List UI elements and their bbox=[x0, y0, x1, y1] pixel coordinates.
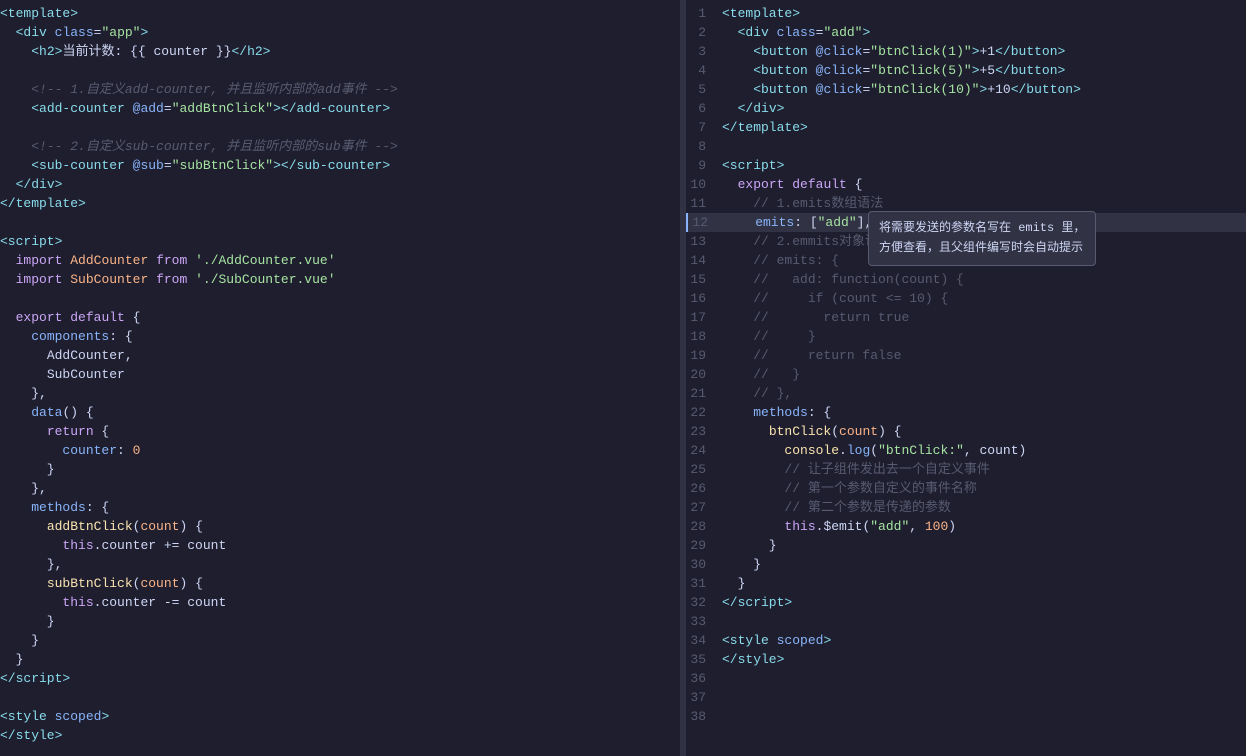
code-line: <div class="app"> bbox=[0, 23, 680, 42]
code-line bbox=[0, 61, 680, 80]
code-line: </template> bbox=[0, 194, 680, 213]
code-line: data() { bbox=[0, 403, 680, 422]
code-line: </div> bbox=[0, 175, 680, 194]
code-line: 21 // }, bbox=[686, 384, 1246, 403]
code-line: 29 } bbox=[686, 536, 1246, 555]
code-line: 26 // 第一个参数自定义的事件名称 bbox=[686, 479, 1246, 498]
right-editor-pane: 1<template> 2 <div class="add"> 3 <butto… bbox=[686, 0, 1246, 756]
code-line: </style> bbox=[0, 726, 680, 745]
code-line: addBtnClick(count) { bbox=[0, 517, 680, 536]
code-line: this.counter += count bbox=[0, 536, 680, 555]
code-line-highlighted: 12 emits: ["add"], 将需要发送的参数名写在 emits 里，方… bbox=[686, 213, 1246, 232]
code-line: 8 bbox=[686, 137, 1246, 156]
code-line: 25 // 让子组件发出去一个自定义事件 bbox=[686, 460, 1246, 479]
code-line bbox=[0, 688, 680, 707]
code-line: } bbox=[0, 612, 680, 631]
code-line bbox=[0, 213, 680, 232]
code-line: 37 bbox=[686, 688, 1246, 707]
code-line: } bbox=[0, 650, 680, 669]
code-line: subBtnClick(count) { bbox=[0, 574, 680, 593]
left-editor-pane: <template> <div class="app"> <h2>当前计数: {… bbox=[0, 0, 680, 756]
code-line: counter: 0 bbox=[0, 441, 680, 460]
code-line: 30 } bbox=[686, 555, 1246, 574]
code-line: <style scoped> bbox=[0, 707, 680, 726]
code-line: 36 bbox=[686, 669, 1246, 688]
code-line: }, bbox=[0, 384, 680, 403]
code-line bbox=[0, 118, 680, 137]
code-line: 7</template> bbox=[686, 118, 1246, 137]
code-line: import SubCounter from './SubCounter.vue… bbox=[0, 270, 680, 289]
code-line: components: { bbox=[0, 327, 680, 346]
code-line: 9<script> bbox=[686, 156, 1246, 175]
code-line: }, bbox=[0, 555, 680, 574]
code-line: SubCounter bbox=[0, 365, 680, 384]
code-line: <template> bbox=[0, 4, 680, 23]
code-line: 34<style scoped> bbox=[686, 631, 1246, 650]
code-line: 35</style> bbox=[686, 650, 1246, 669]
code-line: 6 </div> bbox=[686, 99, 1246, 118]
code-line: 28 this.$emit("add", 100) bbox=[686, 517, 1246, 536]
code-line: } bbox=[0, 460, 680, 479]
tooltip: 将需要发送的参数名写在 emits 里，方便查看，且父组件编写时会自动提示 bbox=[868, 211, 1096, 266]
code-line bbox=[0, 289, 680, 308]
code-line: import AddCounter from './AddCounter.vue… bbox=[0, 251, 680, 270]
code-line: 22 methods: { bbox=[686, 403, 1246, 422]
code-line: 33 bbox=[686, 612, 1246, 631]
code-line: 19 // return false bbox=[686, 346, 1246, 365]
code-line: methods: { bbox=[0, 498, 680, 517]
code-line: 16 // if (count <= 10) { bbox=[686, 289, 1246, 308]
code-line: return { bbox=[0, 422, 680, 441]
code-line: 20 // } bbox=[686, 365, 1246, 384]
code-line: 31 } bbox=[686, 574, 1246, 593]
code-line: 23 btnClick(count) { bbox=[686, 422, 1246, 441]
code-line: 3 <button @click="btnClick(1)">+1</butto… bbox=[686, 42, 1246, 61]
code-line: 18 // } bbox=[686, 327, 1246, 346]
code-line: 1<template> bbox=[686, 4, 1246, 23]
code-line: 4 <button @click="btnClick(5)">+5</butto… bbox=[686, 61, 1246, 80]
code-line: <!-- 1.自定义add-counter, 并且监听内部的add事件 --> bbox=[0, 80, 680, 99]
code-line: 38 bbox=[686, 707, 1246, 726]
code-line: } bbox=[0, 631, 680, 650]
code-line: <h2>当前计数: {{ counter }}</h2> bbox=[0, 42, 680, 61]
code-line: 27 // 第二个参数是传递的参数 bbox=[686, 498, 1246, 517]
code-line: 10 export default { bbox=[686, 175, 1246, 194]
code-line: <script> bbox=[0, 232, 680, 251]
code-line: 32</script> bbox=[686, 593, 1246, 612]
code-line: 17 // return true bbox=[686, 308, 1246, 327]
code-line: 5 <button @click="btnClick(10)">+10</but… bbox=[686, 80, 1246, 99]
code-line: 24 console.log("btnClick:", count) bbox=[686, 441, 1246, 460]
code-line: 2 <div class="add"> bbox=[686, 23, 1246, 42]
code-line: this.counter -= count bbox=[0, 593, 680, 612]
code-line: <sub-counter @sub="subBtnClick"></sub-co… bbox=[0, 156, 680, 175]
code-line: <!-- 2.自定义sub-counter, 并且监听内部的sub事件 --> bbox=[0, 137, 680, 156]
code-line: AddCounter, bbox=[0, 346, 680, 365]
code-line: 15 // add: function(count) { bbox=[686, 270, 1246, 289]
code-line: }, bbox=[0, 479, 680, 498]
code-line: <add-counter @add="addBtnClick"></add-co… bbox=[0, 99, 680, 118]
code-line: export default { bbox=[0, 308, 680, 327]
code-line: </script> bbox=[0, 669, 680, 688]
